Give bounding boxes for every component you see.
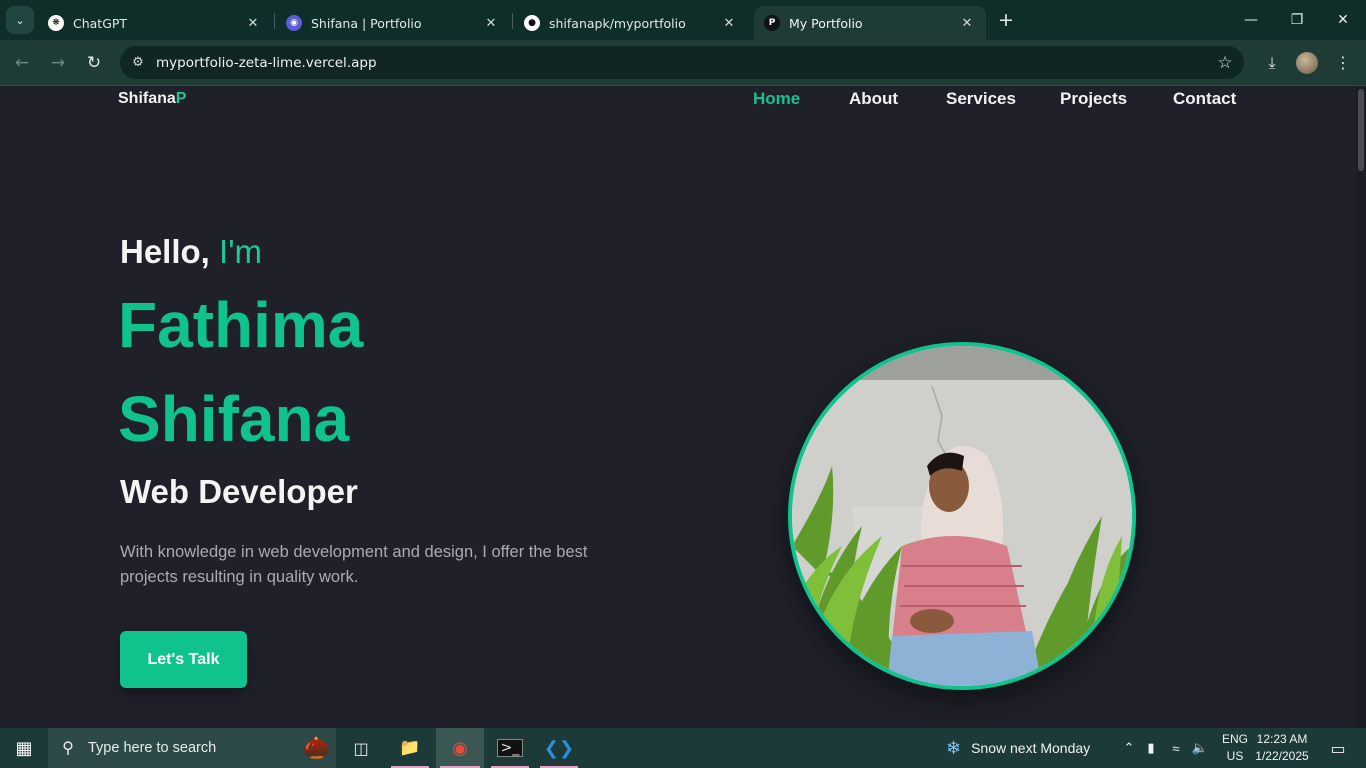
clock-time: 12:23 AM bbox=[1256, 732, 1308, 746]
logo-text: Shifana bbox=[118, 90, 176, 107]
notifications-button[interactable]: ▭ bbox=[1318, 728, 1358, 768]
tab-shifana-portfolio[interactable]: ◉ Shifana | Portfolio ✕ bbox=[276, 6, 510, 40]
downloads-button[interactable]: ⤓ bbox=[1259, 50, 1285, 76]
chevron-down-icon: ⌄ bbox=[15, 13, 25, 27]
search-placeholder: Type here to search bbox=[88, 740, 217, 756]
new-tab-button[interactable]: + bbox=[994, 8, 1018, 32]
download-icon: ⤓ bbox=[1268, 53, 1276, 72]
greeting-text: Hello, bbox=[120, 233, 210, 270]
tab-title: My Portfolio bbox=[789, 15, 863, 31]
tab-search-button[interactable]: ⌄ bbox=[6, 6, 34, 34]
close-icon[interactable]: ✕ bbox=[482, 16, 500, 31]
chrome-icon: ◉ bbox=[452, 737, 468, 759]
menu-button[interactable]: ⋮ bbox=[1332, 50, 1354, 76]
browser-toolbar: ← → ↻ ⚙ myportfolio-zeta-lime.vercel.app… bbox=[0, 40, 1366, 86]
minimize-button[interactable]: — bbox=[1228, 0, 1274, 40]
start-button[interactable]: ▦ bbox=[0, 728, 48, 768]
task-view-button[interactable]: ◫ bbox=[338, 728, 384, 768]
windows-icon: ▦ bbox=[15, 737, 33, 759]
bookmark-star-icon[interactable]: ☆ bbox=[1206, 53, 1244, 73]
clock[interactable]: 12:23 AM 1/22/2025 bbox=[1252, 731, 1312, 765]
nav-projects[interactable]: Projects bbox=[1060, 89, 1127, 109]
squirrel-icon: 🌰 bbox=[302, 735, 330, 760]
avatar bbox=[1296, 52, 1318, 74]
tab-separator bbox=[512, 13, 513, 29]
hero-role: Web Developer bbox=[120, 473, 358, 510]
reload-button[interactable]: ↻ bbox=[81, 50, 107, 76]
logo-accent: P bbox=[175, 90, 187, 107]
file-explorer-button[interactable]: 📁 bbox=[387, 728, 433, 768]
forward-button[interactable]: → bbox=[45, 50, 71, 76]
nav-about[interactable]: About bbox=[849, 89, 898, 109]
arrow-right-icon: → bbox=[50, 53, 66, 73]
reload-icon: ↻ bbox=[86, 53, 102, 73]
taskbar-search-box[interactable]: ⚲ Type here to search 🌰 bbox=[48, 728, 336, 768]
portfolio-icon: ◉ bbox=[286, 15, 302, 31]
weather-text: Snow next Monday bbox=[971, 740, 1091, 756]
tab-my-portfolio[interactable]: P My Portfolio ✕ bbox=[754, 6, 986, 40]
vscode-icon: ❮❯ bbox=[543, 737, 575, 759]
profile-button[interactable] bbox=[1296, 50, 1320, 76]
tab-separator bbox=[274, 13, 275, 29]
close-icon[interactable]: ✕ bbox=[720, 16, 738, 31]
clock-date: 1/22/2025 bbox=[1255, 749, 1309, 763]
hero-greeting: Hello, I'm bbox=[120, 233, 262, 271]
plus-icon: + bbox=[998, 9, 1014, 31]
task-view-icon: ◫ bbox=[353, 738, 369, 758]
chrome-taskbar-button[interactable]: ◉ bbox=[436, 728, 484, 768]
p-icon: P bbox=[764, 15, 780, 31]
terminal-button[interactable]: >_ bbox=[487, 728, 533, 768]
nav-contact[interactable]: Contact bbox=[1173, 89, 1236, 109]
weather-widget[interactable]: ❄ Snow next Monday bbox=[946, 728, 1090, 768]
hero-description: With knowledge in web development and de… bbox=[120, 543, 588, 586]
greeting-accent: I'm bbox=[219, 233, 262, 270]
nav-home[interactable]: Home bbox=[753, 89, 800, 109]
arrow-left-icon: ← bbox=[14, 53, 30, 73]
lets-talk-button[interactable]: Let's Talk bbox=[120, 631, 247, 688]
minimize-icon: — bbox=[1244, 12, 1258, 28]
profile-photo bbox=[788, 342, 1136, 690]
battery-icon[interactable]: ▮ bbox=[1138, 740, 1164, 756]
address-bar[interactable]: ⚙ myportfolio-zeta-lime.vercel.app ☆ bbox=[120, 46, 1244, 79]
kebab-menu-icon: ⋮ bbox=[1335, 53, 1351, 72]
nav-services[interactable]: Services bbox=[946, 89, 1016, 109]
restore-button[interactable]: ❐ bbox=[1274, 0, 1320, 40]
back-button[interactable]: ← bbox=[9, 50, 35, 76]
folder-icon: 📁 bbox=[399, 738, 421, 758]
wifi-icon[interactable]: ≈ bbox=[1164, 741, 1188, 756]
restore-icon: ❐ bbox=[1290, 12, 1304, 28]
vscode-button[interactable]: ❮❯ bbox=[536, 728, 582, 768]
site-info-icon[interactable]: ⚙ bbox=[120, 55, 156, 70]
windows-taskbar: ▦ ⚲ Type here to search 🌰 ◫ 📁 ◉ >_ ❮❯ ❄ … bbox=[0, 728, 1366, 768]
tab-chatgpt[interactable]: ❋ ChatGPT ✕ bbox=[38, 6, 272, 40]
url-text[interactable]: myportfolio-zeta-lime.vercel.app bbox=[156, 55, 1206, 71]
profile-photo-illustration bbox=[792, 346, 1132, 686]
tab-github[interactable]: ● shifanapk/myportfolio ✕ bbox=[514, 6, 748, 40]
page-scrollbar[interactable] bbox=[1356, 87, 1366, 728]
tab-title: Shifana | Portfolio bbox=[311, 15, 422, 31]
github-icon: ● bbox=[524, 15, 540, 31]
close-window-button[interactable]: ✕ bbox=[1320, 0, 1366, 40]
terminal-icon: >_ bbox=[496, 739, 524, 757]
site-logo[interactable]: ShifanaP bbox=[118, 90, 186, 108]
browser-tab-strip: ⌄ ❋ ChatGPT ✕ ◉ Shifana | Portfolio ✕ ● … bbox=[0, 0, 1366, 40]
notification-icon: ▭ bbox=[1330, 738, 1346, 758]
hero-name-last: Shifana bbox=[118, 383, 350, 455]
snowflake-icon: ❄ bbox=[946, 737, 962, 758]
close-icon[interactable]: ✕ bbox=[958, 16, 976, 31]
search-icon: ⚲ bbox=[62, 740, 74, 757]
close-icon[interactable]: ✕ bbox=[244, 16, 262, 31]
scrollbar-thumb[interactable] bbox=[1358, 89, 1364, 171]
system-tray-icons: ⌃ ▮ ≈ 🔈 bbox=[1120, 728, 1212, 768]
chatgpt-icon: ❋ bbox=[48, 15, 64, 31]
chevron-up-icon[interactable]: ⌃ bbox=[1120, 740, 1138, 756]
portfolio-page: ShifanaP Home About Services Projects Co… bbox=[0, 87, 1356, 728]
tab-title: shifanapk/myportfolio bbox=[549, 15, 686, 31]
tab-title: ChatGPT bbox=[73, 15, 128, 31]
hero-name-first: Fathima bbox=[118, 289, 364, 361]
close-icon: ✕ bbox=[1337, 12, 1349, 28]
